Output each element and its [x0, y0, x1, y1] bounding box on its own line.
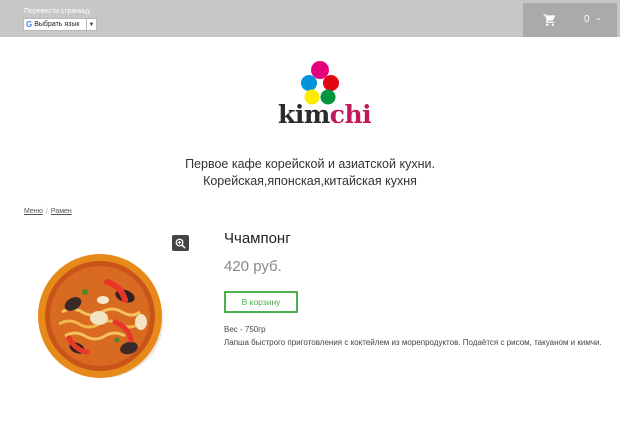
- logo-dots: [301, 61, 339, 105]
- product-description: Лапша быстрого приготовления с коктейлем…: [224, 338, 602, 347]
- breadcrumb-link-ramen[interactable]: Рамен: [51, 208, 72, 215]
- add-to-cart-button[interactable]: В корзину: [224, 291, 298, 313]
- tagline-line-2: Корейская,японская,китайская кухня: [203, 174, 417, 188]
- language-select[interactable]: G Выбрать язык ▼: [23, 18, 97, 31]
- tagline-line-1: Первое кафе корейской и азиатской кухни.: [185, 157, 435, 171]
- product-image[interactable]: [37, 252, 165, 380]
- cart-widget[interactable]: 0 ⌄: [523, 3, 617, 37]
- zoom-in-button[interactable]: [172, 235, 189, 251]
- logo-wordmark: kimchi: [278, 100, 372, 129]
- site-logo[interactable]: kimchi: [278, 60, 372, 130]
- breadcrumb-link-menu[interactable]: Меню: [24, 208, 43, 215]
- product-title: Ччампонг: [224, 230, 291, 247]
- zoom-in-icon: [175, 238, 186, 249]
- product-weight: Вес - 750гр: [224, 325, 266, 334]
- breadcrumb-separator: /: [45, 208, 48, 215]
- tagline: Первое кафе корейской и азиатской кухни.…: [0, 156, 620, 190]
- chevron-down-icon[interactable]: ⌄: [595, 13, 602, 22]
- breadcrumb: Меню / Рамен: [24, 208, 72, 215]
- logo-dot-magenta: [311, 61, 329, 79]
- logo-dot-red: [323, 75, 339, 91]
- cart-count: 0: [584, 14, 590, 25]
- translate-label: Перевести страницу: [24, 8, 91, 15]
- language-select-label: Выбрать язык: [34, 21, 80, 28]
- dropdown-arrow-icon[interactable]: ▼: [86, 19, 96, 30]
- shopping-cart-icon: [543, 14, 556, 26]
- product-price: 420 руб.: [224, 258, 282, 275]
- google-icon: G: [26, 20, 33, 29]
- logo-dot-blue: [301, 75, 317, 91]
